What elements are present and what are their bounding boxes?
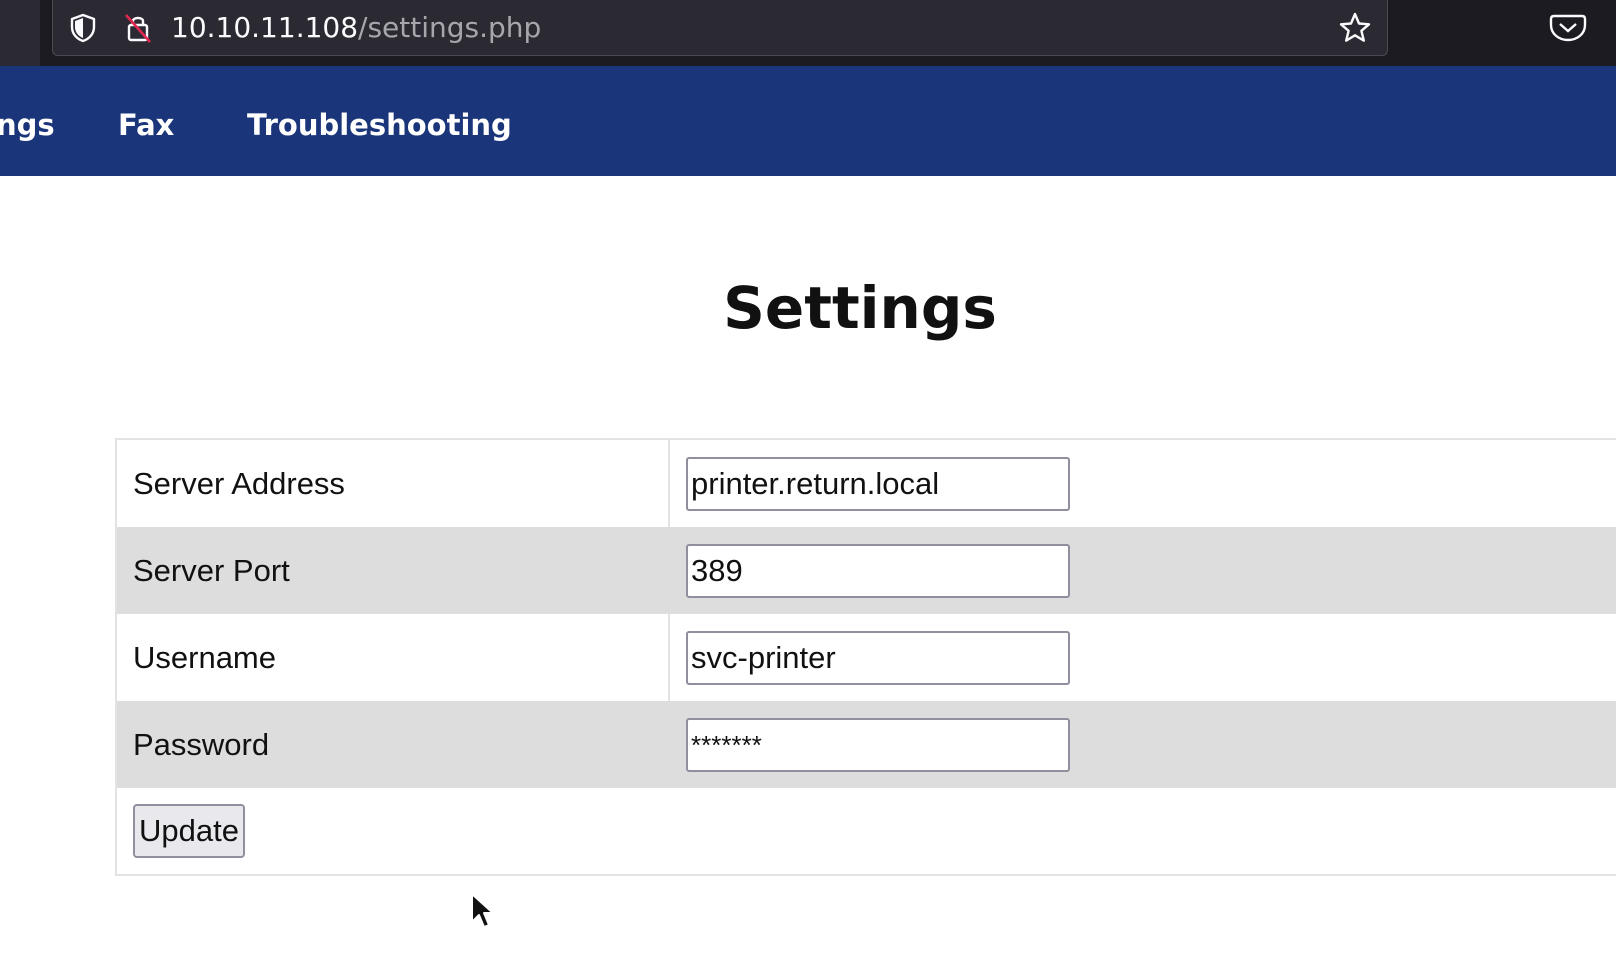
password-input[interactable]: [686, 718, 1070, 772]
table-row: Server Port: [117, 527, 1616, 614]
url-path: /settings.php: [358, 11, 542, 44]
insecure-lock-icon[interactable]: [121, 11, 155, 45]
update-button[interactable]: Update: [133, 804, 245, 858]
nav-item-settings[interactable]: ngs: [0, 66, 55, 176]
pocket-icon[interactable]: [1548, 12, 1588, 44]
table-row: Username: [117, 614, 1616, 701]
table-row: Update: [117, 788, 1616, 874]
password-label: Password: [133, 727, 270, 762]
username-label: Username: [133, 640, 276, 675]
settings-form-table: Server Address Server Port Username Pass…: [115, 438, 1616, 876]
page-title: Settings: [723, 274, 997, 342]
nav-item-fax[interactable]: Fax: [118, 66, 174, 176]
browser-toolbar-edge: [0, 0, 40, 66]
bookmark-star-icon[interactable]: [1337, 10, 1373, 46]
column-divider: [668, 527, 670, 614]
server-address-input[interactable]: [686, 457, 1070, 511]
column-divider: [668, 701, 670, 788]
address-bar[interactable]: 10.10.11.108/settings.php: [52, 0, 1388, 56]
url-text[interactable]: 10.10.11.108/settings.php: [171, 10, 541, 46]
server-port-label: Server Port: [133, 553, 290, 588]
url-host: 10.10.11.108: [171, 11, 359, 44]
main-navbar: ngs Fax Troubleshooting: [0, 66, 1616, 176]
column-divider: [668, 440, 670, 527]
column-divider: [668, 614, 670, 701]
username-input[interactable]: [686, 631, 1070, 685]
nav-item-troubleshooting[interactable]: Troubleshooting: [247, 66, 512, 176]
server-address-label: Server Address: [133, 466, 345, 501]
table-row: Server Address: [117, 440, 1616, 527]
server-port-input[interactable]: [686, 544, 1070, 598]
shield-icon[interactable]: [67, 12, 99, 44]
table-row: Password: [117, 701, 1616, 788]
browser-toolbar: 10.10.11.108/settings.php: [0, 0, 1616, 66]
mouse-cursor-icon: [470, 892, 496, 932]
